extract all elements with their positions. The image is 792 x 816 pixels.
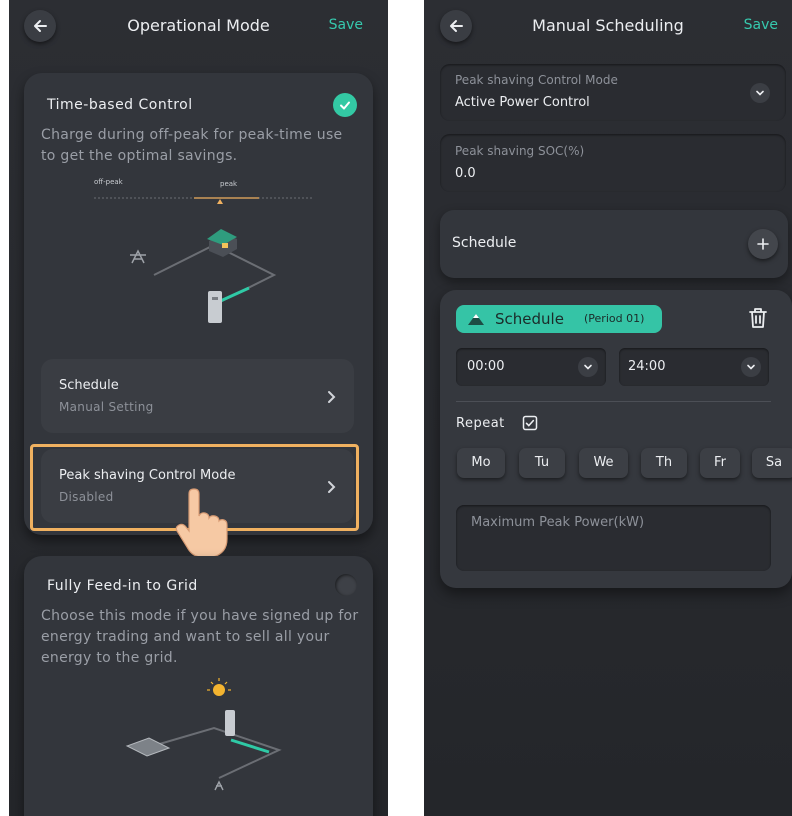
start-time-value: 00:00 xyxy=(467,359,505,374)
manual-scheduling-screen: Manual Scheduling Save Peak shaving Cont… xyxy=(424,0,792,816)
app-bar: Operational Mode Save xyxy=(9,0,388,56)
card-description: Choose this mode if you have signed up f… xyxy=(41,608,359,666)
divider xyxy=(456,401,771,402)
tag-period: (Period 01) xyxy=(584,312,645,325)
day-button-sa[interactable]: Sa xyxy=(752,448,792,478)
max-peak-power-placeholder: Maximum Peak Power(kW) xyxy=(471,515,645,530)
add-schedule-button[interactable] xyxy=(748,229,778,259)
field-label: Peak shaving SOC(%) xyxy=(455,144,585,158)
plus-icon xyxy=(757,238,769,250)
day-button-mo[interactable]: Mo xyxy=(457,448,505,478)
tag-label: Schedule xyxy=(495,310,564,328)
max-peak-power-input[interactable]: Maximum Peak Power(kW) xyxy=(456,505,771,571)
solar-grid-illustration xyxy=(125,678,282,791)
timeline-bar xyxy=(94,197,314,204)
start-time-select[interactable]: 00:00 xyxy=(456,348,606,386)
offpeak-label: off-peak xyxy=(94,178,123,186)
day-button-fr[interactable]: Fr xyxy=(700,448,740,478)
day-button-tu[interactable]: Tu xyxy=(519,448,565,478)
day-button-we[interactable]: We xyxy=(579,448,628,478)
card-title: Fully Feed-in to Grid xyxy=(47,578,198,594)
save-button[interactable]: Save xyxy=(744,17,778,33)
page-title: Manual Scheduling xyxy=(532,16,684,35)
schedule-header-card: Schedule xyxy=(440,210,788,278)
peak-shaving-soc-input[interactable]: Peak shaving SOC(%) 0.0 xyxy=(440,134,786,192)
app-bar: Manual Scheduling Save xyxy=(424,0,792,56)
card-description: Charge during off-peak for peak-time use… xyxy=(41,127,343,164)
hand-pointer-icon xyxy=(175,488,228,558)
end-time-value: 24:00 xyxy=(628,359,666,374)
repeat-label: Repeat xyxy=(456,416,505,431)
peak-mountain-icon xyxy=(468,314,484,325)
chevron-down-icon xyxy=(578,357,598,377)
save-button[interactable]: Save xyxy=(329,17,363,33)
fully-feed-in-card[interactable]: Fully Feed-in to Grid Choose this mode i… xyxy=(24,556,373,816)
chevron-down-icon xyxy=(741,357,761,377)
trash-icon[interactable] xyxy=(748,307,768,329)
repeat-checkbox[interactable] xyxy=(522,415,538,431)
radio-unselected[interactable] xyxy=(335,574,357,596)
field-value: Active Power Control xyxy=(455,95,590,110)
schedule-label: Schedule xyxy=(59,378,119,393)
schedule-menu-item[interactable]: Schedule Manual Setting xyxy=(41,359,354,433)
operational-mode-screen: Operational Mode Save Time-based Control… xyxy=(9,0,388,816)
chevron-down-icon xyxy=(750,83,770,103)
selected-check-icon xyxy=(333,93,357,117)
field-value: 0.0 xyxy=(455,166,476,181)
card-title: Time-based Control xyxy=(47,97,193,113)
peak-label: peak xyxy=(220,180,238,188)
chevron-right-icon xyxy=(328,391,336,403)
schedule-period-tag: Schedule (Period 01) xyxy=(456,305,662,333)
end-time-select[interactable]: 24:00 xyxy=(619,348,769,386)
field-label: Peak shaving Control Mode xyxy=(455,73,618,87)
schedule-period-card: Schedule (Period 01) 00:00 24:00 Repeat … xyxy=(440,290,792,588)
day-button-th[interactable]: Th xyxy=(641,448,687,478)
schedule-sub: Manual Setting xyxy=(59,400,154,414)
peak-shaving-mode-select[interactable]: Peak shaving Control Mode Active Power C… xyxy=(440,64,786,121)
house-battery-grid-illustration xyxy=(130,229,277,323)
schedule-header-label: Schedule xyxy=(452,235,517,251)
